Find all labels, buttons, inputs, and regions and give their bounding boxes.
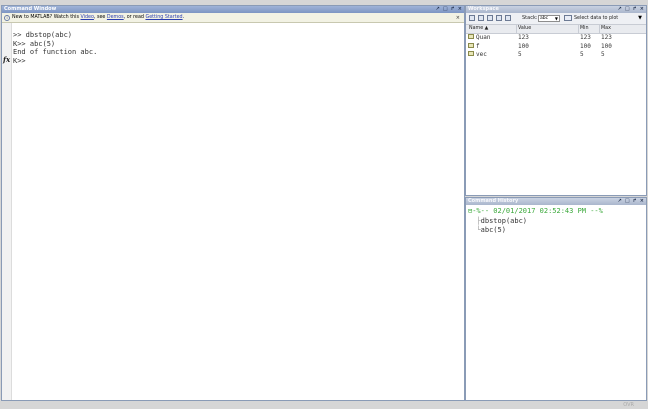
delete-icon[interactable] — [505, 15, 511, 21]
close-icon[interactable]: × — [458, 6, 462, 13]
demos-link[interactable]: Demos — [107, 15, 124, 20]
select-data-to-plot-button[interactable]: Select data to plot — [574, 13, 618, 24]
getting-started-notice: i New to MATLAB? Watch this Video, see D… — [2, 13, 464, 23]
matrix-icon — [468, 34, 474, 39]
plot-icon[interactable] — [564, 15, 572, 21]
column-header-min[interactable]: Min — [578, 25, 589, 33]
stack-label: Stack: — [522, 15, 538, 21]
options-icon[interactable]: ↱ — [633, 6, 637, 13]
stack-dropdown[interactable]: abc ▼ — [538, 15, 560, 22]
chevron-down-icon: ▼ — [554, 16, 558, 21]
command-window-titlebar[interactable]: Command Window ↗ □ ↱ × — [2, 6, 464, 13]
new-variable-icon[interactable] — [469, 15, 475, 21]
console-line: >> dbstop(abc) — [13, 31, 73, 39]
close-icon[interactable]: × — [640, 198, 644, 205]
command-window-title: Command Window — [4, 6, 57, 12]
workspace-table-header: Name ▲ Value Min Max — [466, 25, 646, 34]
workspace-panel[interactable]: Workspace ↗ □ ↱ × Stack: abc ▼ Select dat… — [465, 5, 647, 196]
command-history-list: ⊟-%-- 02/01/2017 02:52:43 PM --% ├dbstop… — [468, 207, 603, 236]
chevron-down-icon[interactable]: ▼ — [638, 13, 642, 24]
command-console[interactable]: >> dbstop(abc) K>> abc(5) End of functio… — [13, 31, 97, 65]
options-icon[interactable]: ↱ — [633, 198, 637, 205]
workspace-toolbar: Stack: abc ▼ Select data to plot ▼ — [466, 13, 646, 25]
console-line: K>> abc(5) — [13, 39, 56, 48]
function-browser-icon[interactable]: fx — [3, 55, 10, 64]
notice-close-icon[interactable]: × — [456, 13, 460, 23]
status-bar: OVR — [0, 401, 648, 409]
workspace-titlebar[interactable]: Workspace ↗ □ ↱ × — [466, 6, 646, 13]
table-row[interactable]: Quan 123 123 123 — [466, 34, 646, 43]
maximize-icon[interactable]: □ — [443, 6, 448, 13]
table-row[interactable]: f 100 100 100 — [466, 42, 646, 52]
command-history-panel[interactable]: Command History ↗ □ ↱ × ⊟-%-- 02/01/2017… — [465, 197, 647, 401]
open-variable-icon[interactable] — [478, 15, 484, 21]
command-window[interactable]: Command Window ↗ □ ↱ × i New to MATLAB? … — [1, 5, 465, 401]
column-header-value[interactable]: Value — [516, 25, 531, 33]
overwrite-mode-indicator: OVR — [623, 402, 634, 408]
table-row[interactable]: vec 5 5 5 — [466, 51, 646, 60]
workspace-variable-list: Quan 123 123 123 f 100 100 100 vec 5 5 5 — [466, 34, 646, 60]
history-item[interactable]: ├dbstop(abc) — [468, 217, 603, 227]
console-line: End of function abc. — [13, 48, 98, 56]
matrix-icon — [468, 42, 474, 48]
command-gutter — [2, 23, 12, 400]
matrix-icon — [468, 51, 474, 56]
history-session-header[interactable]: ⊟-%-- 02/01/2017 02:52:43 PM --% — [468, 207, 603, 217]
options-icon[interactable]: ↱ — [451, 6, 455, 13]
column-header-max[interactable]: Max — [599, 25, 611, 33]
videos-link[interactable]: Video — [80, 15, 93, 20]
import-data-icon[interactable] — [487, 15, 493, 21]
undock-icon[interactable]: ↗ — [618, 198, 622, 205]
close-icon[interactable]: × — [640, 6, 644, 13]
undock-icon[interactable]: ↗ — [436, 6, 440, 13]
undock-icon[interactable]: ↗ — [618, 6, 622, 13]
console-prompt[interactable]: K>> — [13, 57, 97, 66]
maximize-icon[interactable]: □ — [625, 6, 630, 13]
getting-started-link[interactable]: Getting Started — [145, 15, 182, 20]
maximize-icon[interactable]: □ — [625, 198, 630, 205]
command-history-titlebar[interactable]: Command History ↗ □ ↱ × — [466, 198, 646, 205]
save-icon[interactable] — [496, 15, 502, 21]
info-icon: i — [4, 15, 10, 21]
workspace-title: Workspace — [468, 6, 499, 12]
command-history-title: Command History — [468, 198, 519, 204]
history-item[interactable]: └abc(5) — [468, 226, 603, 236]
column-header-name[interactable]: Name ▲ — [468, 25, 488, 33]
